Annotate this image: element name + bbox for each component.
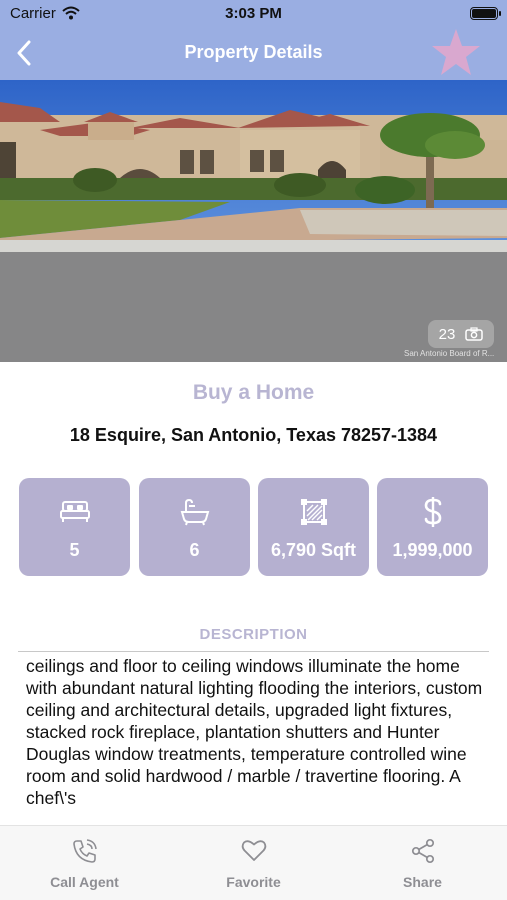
tab-share[interactable]: Share bbox=[338, 826, 507, 900]
star-icon[interactable] bbox=[430, 27, 482, 77]
tab-favorite[interactable]: Favorite bbox=[169, 826, 338, 900]
bathtub-icon bbox=[180, 498, 209, 526]
listing-category: Buy a Home bbox=[192, 381, 315, 404]
status-bar: Carrier 3:03 PM bbox=[0, 0, 507, 28]
stat-card-price: 1,999,000 bbox=[377, 478, 488, 576]
heart-icon bbox=[241, 840, 266, 861]
tab-call-agent[interactable]: Call Agent bbox=[0, 826, 169, 900]
stat-card-bathrooms: 6 bbox=[139, 478, 250, 576]
bathrooms-value: 6 bbox=[189, 540, 200, 560]
share-icon bbox=[411, 838, 434, 864]
nav-header: Carrier 3:03 PM Property Details bbox=[0, 0, 507, 80]
property-photo[interactable] bbox=[0, 80, 507, 362]
phone-icon bbox=[72, 839, 97, 863]
photo-count-badge[interactable]: 23 bbox=[428, 320, 494, 348]
bed-icon bbox=[59, 501, 90, 522]
photo-count: 23 bbox=[438, 325, 456, 343]
property-address: 18 Esquire, San Antonio, Texas 78257-138… bbox=[69, 425, 438, 445]
description-text[interactable]: ceilings and floor to ceiling windows il… bbox=[26, 655, 486, 805]
stat-card-area: 6,790 Sqft bbox=[258, 478, 369, 576]
property-image bbox=[0, 80, 507, 362]
camera-icon bbox=[465, 327, 484, 341]
bedrooms-value: 5 bbox=[69, 540, 80, 560]
battery-icon bbox=[470, 7, 501, 20]
price-value: 1,999,000 bbox=[392, 540, 473, 560]
description-divider bbox=[18, 651, 489, 652]
bottom-tab-bar: Call Agent Favorite Share bbox=[0, 825, 507, 900]
area-value: 6,790 Sqft bbox=[270, 540, 357, 560]
tab-favorite-label: Favorite bbox=[226, 874, 281, 890]
status-time: 3:03 PM bbox=[225, 5, 282, 22]
tab-call-agent-label: Call Agent bbox=[50, 874, 119, 890]
photo-watermark: San Antonio Board of R... bbox=[404, 349, 495, 358]
tab-share-label: Share bbox=[403, 874, 442, 890]
stat-card-bedrooms: 5 bbox=[19, 478, 130, 576]
dollar-icon bbox=[424, 497, 441, 527]
area-icon bbox=[300, 499, 327, 525]
description-heading: DESCRIPTION bbox=[199, 626, 308, 643]
